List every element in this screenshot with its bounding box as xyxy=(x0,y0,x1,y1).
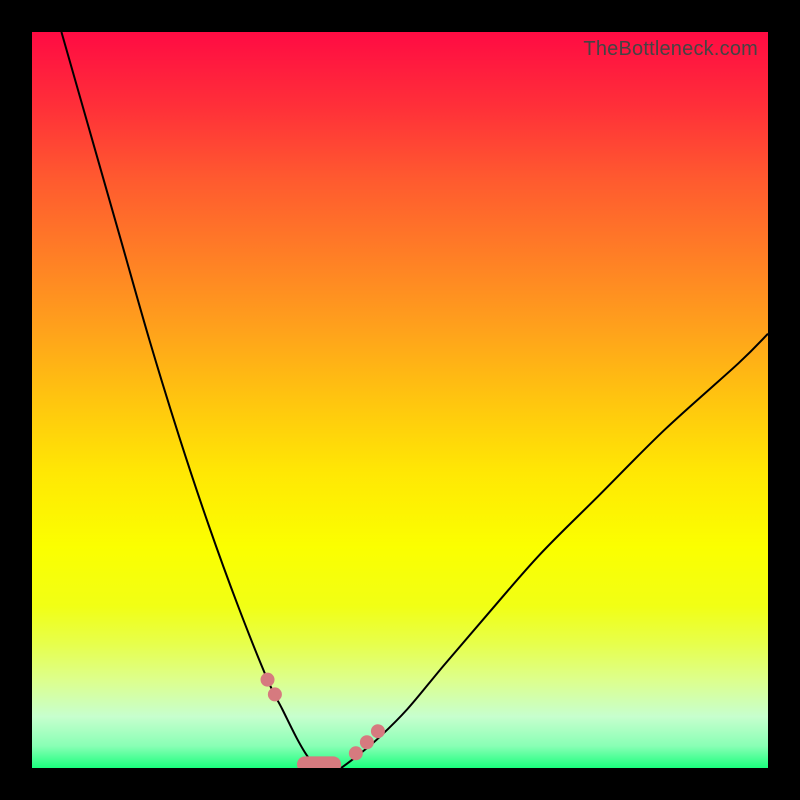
curve-left-branch xyxy=(61,32,319,768)
valley-bar xyxy=(297,756,341,768)
marker-dot xyxy=(349,746,363,760)
outer-frame: TheBottleneck.com xyxy=(0,0,800,800)
marker-dot xyxy=(268,687,282,701)
marker-dot xyxy=(360,735,374,749)
valley-markers xyxy=(261,673,385,768)
chart-svg xyxy=(32,32,768,768)
plot-area: TheBottleneck.com xyxy=(32,32,768,768)
watermark-text: TheBottleneck.com xyxy=(583,38,758,61)
marker-dot xyxy=(261,673,275,687)
curve-right-branch xyxy=(341,334,768,768)
marker-dot xyxy=(371,724,385,738)
